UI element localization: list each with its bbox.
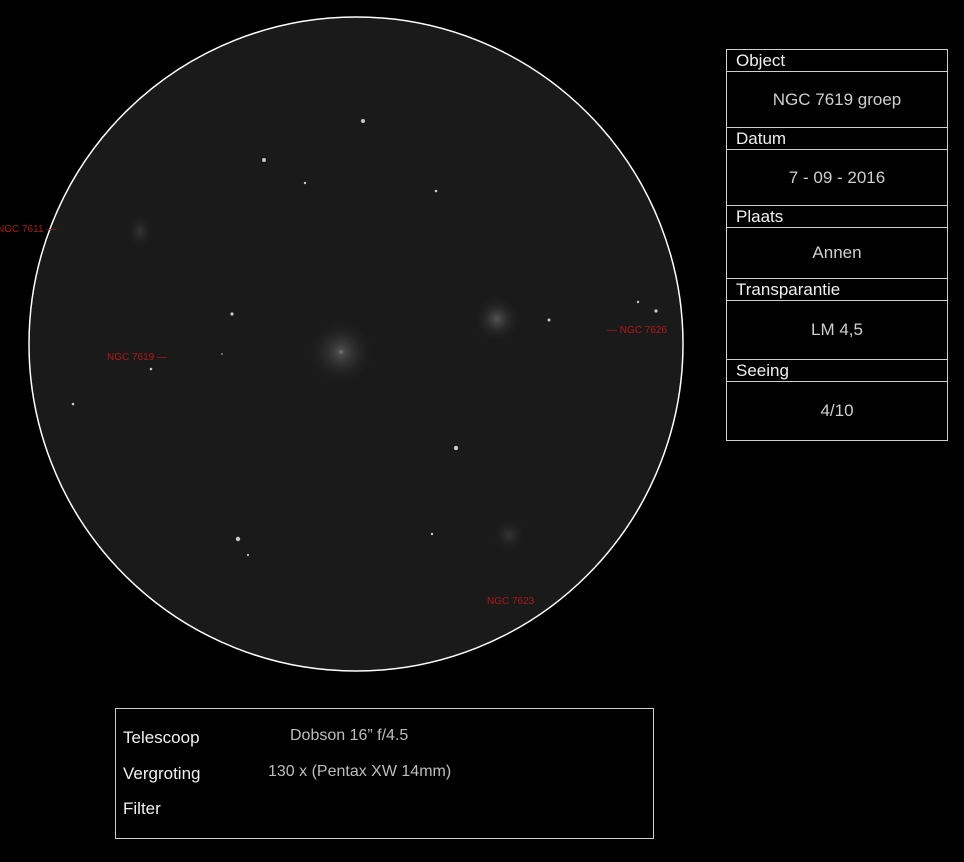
telescope-value: Dobson 16” f/4.5 <box>290 727 409 744</box>
transparency-header: Transparantie <box>727 279 947 301</box>
seeing-value: 4/10 <box>820 401 854 420</box>
galaxy-core-ngc7619 <box>339 350 343 354</box>
galaxy-ngc7626 <box>473 295 521 343</box>
star <box>430 532 434 536</box>
label-ngc7626: — NGC 7626 <box>607 325 667 336</box>
star <box>262 158 266 162</box>
equipment-box: Telescoop Dobson 16” f/4.5 Vergroting 13… <box>115 708 654 839</box>
star <box>246 553 250 557</box>
galaxy-ngc7623 <box>491 517 527 553</box>
star <box>235 536 241 542</box>
filter-label: Filter <box>123 799 161 818</box>
place-header: Plaats <box>727 206 947 228</box>
observation-info-table: Object NGC 7619 groep Datum 7 - 09 - 201… <box>726 49 948 441</box>
date-value: 7 - 09 - 2016 <box>727 150 947 206</box>
object-header: Object <box>727 50 947 72</box>
label-ngc7619: NGC 7619 — <box>107 352 167 363</box>
label-ngc7611: NGC 7611 — <box>0 224 56 235</box>
star <box>221 353 223 355</box>
galaxy-ngc7611 <box>126 213 154 249</box>
star <box>303 181 307 185</box>
seeing-header: Seeing <box>727 360 947 382</box>
magnification-value: 130 x (Pentax XW 14mm) <box>268 763 452 780</box>
object-value: NGC 7619 groep <box>727 72 947 128</box>
star <box>654 309 658 313</box>
date-header: Datum <box>727 128 947 150</box>
label-ngc7623: NGC 7623 <box>487 596 535 607</box>
star <box>149 367 153 371</box>
star <box>230 312 234 316</box>
star <box>636 300 640 304</box>
star <box>453 445 459 451</box>
transparency-value: LM 4,5 <box>727 301 947 360</box>
star <box>547 318 551 322</box>
star <box>361 119 365 123</box>
magnification-label: Vergroting <box>123 764 201 783</box>
star <box>434 189 438 193</box>
place-value: Annen <box>727 228 947 279</box>
star <box>71 402 75 406</box>
telescope-label: Telescoop <box>123 728 200 747</box>
